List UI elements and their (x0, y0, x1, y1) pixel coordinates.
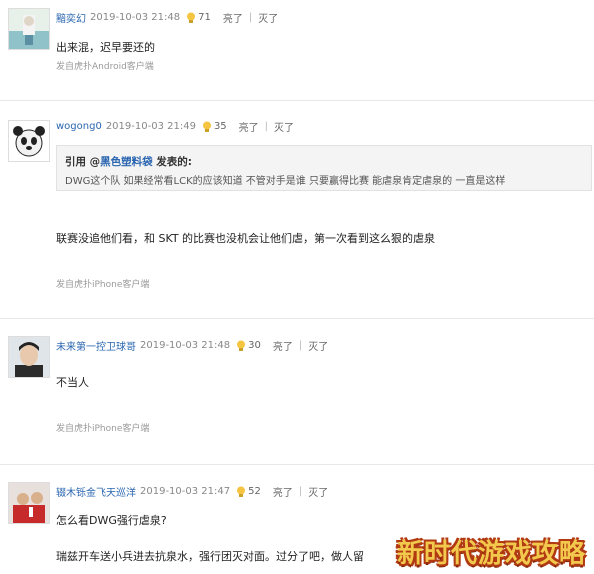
dislike-button[interactable]: 灭了 (308, 484, 328, 499)
light-count: 30 (248, 340, 261, 351)
reply-text: 怎么看DWG强行虐泉? (56, 514, 167, 527)
divider: | (248, 12, 253, 23)
quote-block: 引用 @黑色塑料袋 发表的: DWG这个队 如果经常看LCK的应该知道 不管对手… (56, 145, 592, 191)
divider (0, 464, 594, 465)
avatar[interactable] (8, 8, 50, 50)
avatar[interactable] (8, 482, 50, 524)
quote-text: DWG这个队 如果经常看LCK的应该知道 不管对手是谁 只要赢得比赛 能虐泉肯定… (65, 176, 506, 187)
reply-meta: 辍木铄金飞天巡洋 2019-10-03 21:47 52 亮了 | 灭了 (56, 484, 328, 499)
reply-meta: 黯奕幻 2019-10-03 21:48 71 亮了 | 灭了 (56, 10, 278, 25)
like-button[interactable]: 亮了 (223, 10, 243, 25)
username[interactable]: 黯奕幻 (56, 10, 86, 25)
light-count: 71 (198, 12, 211, 23)
username[interactable]: wogong0 (56, 121, 102, 132)
reply-meta: 未来第一控卫球哥 2019-10-03 21:48 30 亮了 | 灭了 (56, 338, 328, 353)
dislike-button[interactable]: 灭了 (258, 10, 278, 25)
username[interactable]: 辍木铄金飞天巡洋 (56, 484, 136, 499)
reply-source: 发自虎扑iPhone客户端 (56, 280, 150, 290)
timestamp: 2019-10-03 21:47 (140, 486, 231, 497)
divider (0, 318, 594, 319)
divider: | (298, 486, 303, 497)
dislike-button[interactable]: 灭了 (274, 119, 294, 134)
quoted-user-link[interactable]: 黑色塑料袋 (100, 156, 153, 168)
light-count: 35 (213, 121, 227, 132)
reply-text-continued: 瑞兹开车送小兵进去抗泉水，强行团灭对面。过分了吧，做人留 (56, 550, 364, 563)
username[interactable]: 未来第一控卫球哥 (56, 338, 136, 353)
timestamp: 2019-10-03 21:49 (105, 121, 196, 132)
timestamp: 2019-10-03 21:48 (140, 340, 231, 351)
reply-text: 联赛没追他们看，和 SKT 的比赛也没机会让他们虐，第一次看到这么狠的虐泉 (56, 232, 436, 245)
lightbulb-icon (186, 12, 196, 24)
lightbulb-icon (202, 121, 212, 133)
divider: | (264, 121, 269, 132)
avatar[interactable] (8, 336, 50, 378)
quote-prefix: 引用 @ (65, 156, 101, 168)
divider: | (298, 340, 303, 351)
like-button[interactable]: 亮了 (273, 338, 293, 353)
timestamp: 2019-10-03 21:48 (90, 12, 181, 23)
avatar[interactable] (8, 120, 50, 162)
watermark-logo: 新时代游戏攻略 (396, 539, 586, 569)
dislike-button[interactable]: 灭了 (308, 338, 328, 353)
reply-text: 出来混，迟早要还的 (56, 41, 155, 54)
like-button[interactable]: 亮了 (273, 484, 293, 499)
lightbulb-icon (236, 486, 246, 498)
light-count: 52 (248, 486, 261, 497)
divider (0, 100, 594, 101)
reply-source: 发自虎扑iPhone客户端 (56, 424, 150, 434)
reply-meta: wogong0 2019-10-03 21:49 35 亮了 | 灭了 (56, 119, 294, 134)
like-button[interactable]: 亮了 (239, 119, 259, 134)
reply-text: 不当人 (56, 376, 89, 389)
quote-header: 引用 @黑色塑料袋 发表的: (65, 154, 192, 169)
lightbulb-icon (236, 340, 246, 352)
quote-suffix: 发表的: (152, 156, 193, 168)
reply-source: 发自虎扑Android客户端 (56, 62, 154, 72)
